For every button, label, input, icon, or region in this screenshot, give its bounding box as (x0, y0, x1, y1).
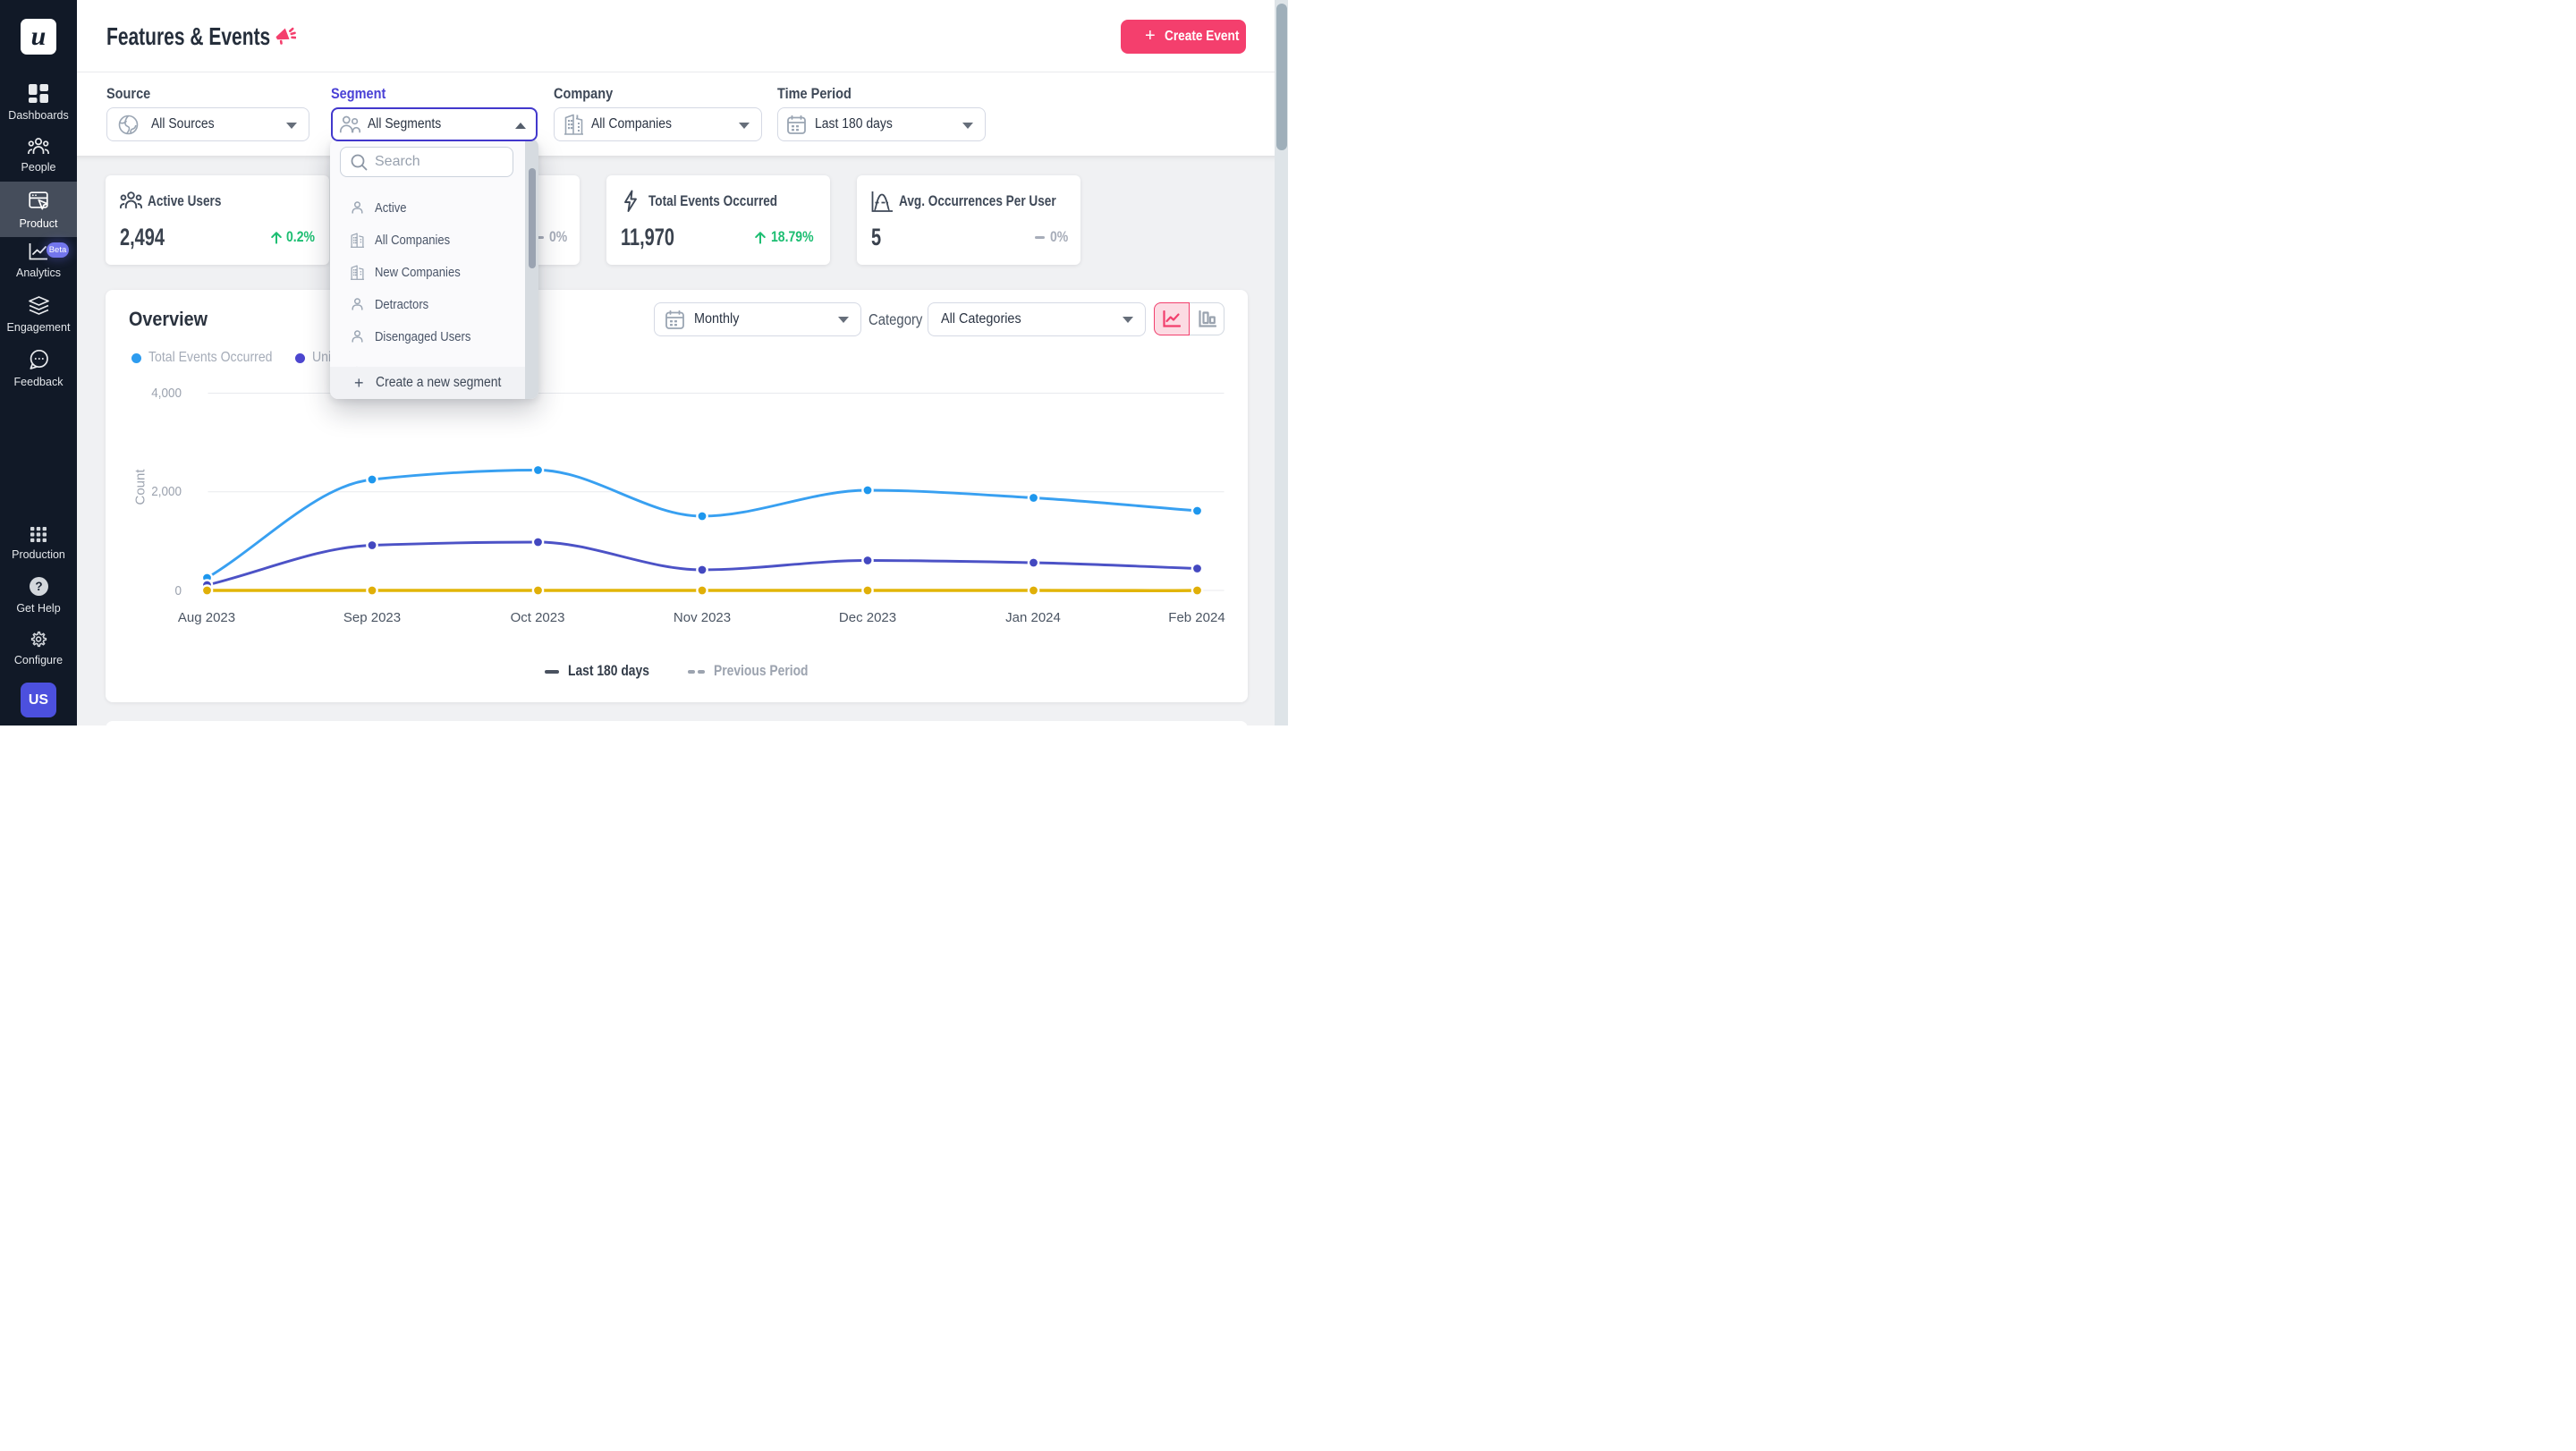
svg-text:?: ? (35, 580, 42, 593)
svg-text:u: u (31, 21, 47, 51)
